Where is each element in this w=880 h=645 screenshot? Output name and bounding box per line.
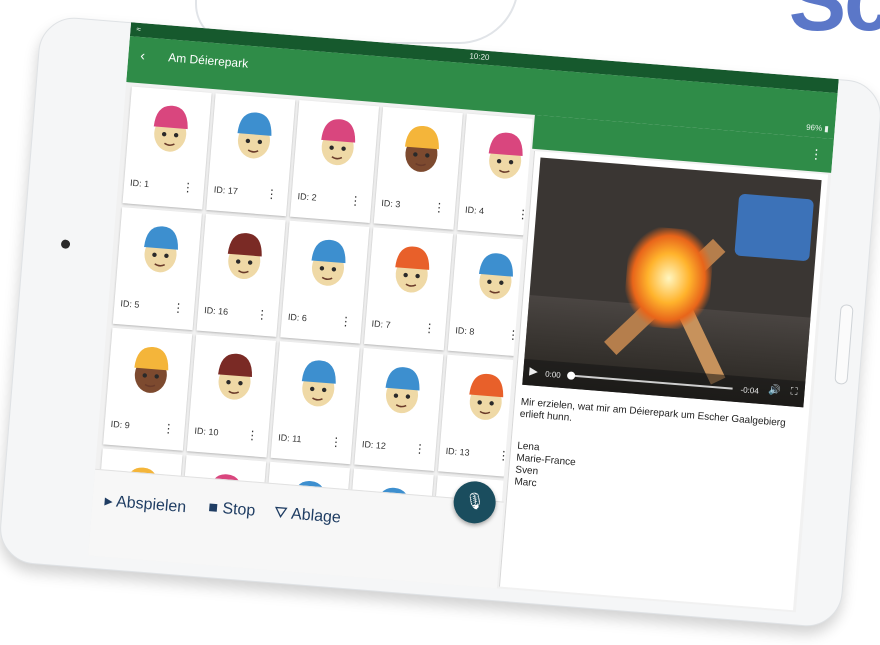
tablet: ≈ 10:20 ‹ Am Déierepark 96% ▮ ⋮ ID: 1 ⋮ ID… bbox=[0, 14, 880, 630]
stop-icon: ■ bbox=[207, 499, 219, 517]
card-menu-icon[interactable]: ⋮ bbox=[339, 314, 352, 329]
page-title: Am Déierepark bbox=[167, 50, 249, 71]
wifi-icon: ≈ bbox=[136, 24, 142, 35]
stop-button[interactable]: ■ Stop bbox=[208, 499, 256, 521]
character-avatar bbox=[488, 132, 523, 179]
character-id: ID: 16 bbox=[203, 305, 229, 317]
character-id: ID: 3 bbox=[380, 197, 401, 210]
character-avatar bbox=[134, 347, 169, 393]
status-time: 10:20 bbox=[469, 51, 490, 63]
character-id: ID: 11 bbox=[277, 432, 302, 445]
basket-icon: ⛛ bbox=[273, 504, 289, 523]
character-avatar bbox=[227, 233, 262, 280]
card-menu-icon[interactable]: ⋮ bbox=[246, 428, 259, 443]
character-id: ID: 4 bbox=[464, 204, 485, 217]
play-label: Abspielen bbox=[115, 493, 187, 517]
character-avatar bbox=[395, 246, 430, 293]
character-avatar bbox=[153, 105, 188, 152]
play-icon: ▸ bbox=[103, 492, 114, 511]
video-progress-track[interactable] bbox=[573, 374, 733, 390]
character-id: ID: 8 bbox=[454, 325, 475, 337]
background-logo-letters: Sc bbox=[788, 0, 880, 49]
character-avatar bbox=[311, 239, 346, 286]
character-avatar bbox=[144, 226, 178, 273]
character-id: ID: 10 bbox=[194, 425, 219, 438]
character-id: ID: 6 bbox=[287, 311, 308, 324]
card-menu-icon[interactable]: ⋮ bbox=[423, 321, 436, 336]
character-card[interactable]: ID: 12 ⋮ bbox=[354, 347, 444, 471]
card-menu-icon[interactable]: ⋮ bbox=[181, 180, 194, 195]
battery-text: 96% bbox=[805, 122, 823, 133]
character-avatar bbox=[237, 112, 272, 159]
video-blue-bucket bbox=[734, 193, 815, 262]
character-card[interactable]: ID: 1 ⋮ bbox=[122, 86, 212, 210]
character-card[interactable]: ID: 10 ⋮ bbox=[186, 334, 276, 458]
character-card[interactable]: ID: 2 ⋮ bbox=[289, 99, 380, 224]
character-id: ID: 13 bbox=[445, 445, 471, 458]
store-label: Ablage bbox=[290, 505, 342, 527]
play-button[interactable]: ▸ Abspielen bbox=[104, 491, 187, 518]
detail-panel: ▶ 0:00 -0:04 🔊 ⛶ Mir erzielen, wat mir a… bbox=[498, 150, 829, 611]
character-avatar bbox=[469, 373, 504, 420]
character-id: ID: 1 bbox=[129, 177, 150, 190]
video-progress-knob[interactable] bbox=[566, 371, 576, 380]
store-button[interactable]: ⛛ Ablage bbox=[273, 504, 341, 527]
card-menu-icon[interactable]: ⋮ bbox=[162, 421, 175, 436]
video-player[interactable]: ▶ 0:00 -0:04 🔊 ⛶ bbox=[522, 157, 822, 408]
overflow-menu-icon[interactable]: ⋮ bbox=[809, 146, 823, 163]
character-avatar bbox=[301, 360, 336, 407]
card-menu-icon[interactable]: ⋮ bbox=[255, 307, 268, 322]
stop-label: Stop bbox=[221, 500, 256, 520]
character-id: ID: 12 bbox=[361, 439, 387, 452]
volume-icon[interactable]: 🔊 bbox=[768, 385, 781, 397]
character-card[interactable]: ID: 6 ⋮ bbox=[280, 220, 370, 344]
character-id: ID: 5 bbox=[120, 298, 140, 310]
character-id: ID: 17 bbox=[213, 184, 239, 197]
character-card[interactable]: ID: 3 ⋮ bbox=[373, 106, 463, 230]
microphone-icon: 🎙 bbox=[463, 492, 486, 512]
card-menu-icon[interactable]: ⋮ bbox=[265, 187, 278, 202]
character-id: ID: 2 bbox=[297, 191, 317, 203]
back-icon[interactable]: ‹ bbox=[140, 47, 146, 63]
card-menu-icon[interactable]: ⋮ bbox=[349, 193, 362, 208]
fullscreen-icon[interactable]: ⛶ bbox=[790, 386, 798, 398]
character-card[interactable]: ID: 4 ⋮ bbox=[457, 113, 533, 237]
character-card[interactable]: ID: 17 ⋮ bbox=[206, 93, 296, 217]
character-card[interactable]: ID: 5 ⋮ bbox=[112, 207, 202, 331]
video-fire bbox=[622, 224, 716, 332]
character-avatar bbox=[218, 353, 252, 400]
character-avatar bbox=[404, 126, 439, 172]
video-time-remaining: -0:04 bbox=[740, 385, 760, 396]
author-list: Lena Marie-France Sven Marc bbox=[514, 441, 577, 494]
character-id: ID: 9 bbox=[110, 418, 131, 431]
character-card[interactable]: ID: 9 ⋮ bbox=[103, 327, 193, 451]
screen: ≈ 10:20 ‹ Am Déierepark 96% ▮ ⋮ ID: 1 ⋮ ID… bbox=[88, 22, 839, 613]
character-card[interactable]: ID: 7 ⋮ bbox=[363, 227, 454, 351]
battery-level: 96% ▮ bbox=[805, 122, 830, 134]
character-avatar bbox=[321, 119, 356, 166]
video-time-current: 0:00 bbox=[544, 369, 562, 380]
card-menu-icon[interactable]: ⋮ bbox=[172, 300, 185, 315]
card-menu-icon[interactable]: ⋮ bbox=[329, 435, 342, 450]
character-card[interactable]: ID: 16 ⋮ bbox=[196, 213, 286, 337]
character-avatar bbox=[385, 367, 420, 414]
character-card[interactable]: ID: 11 ⋮ bbox=[270, 341, 360, 465]
video-play-icon[interactable]: ▶ bbox=[529, 364, 538, 378]
card-menu-icon[interactable]: ⋮ bbox=[413, 441, 426, 456]
card-menu-icon[interactable]: ⋮ bbox=[433, 200, 446, 215]
character-id: ID: 7 bbox=[371, 318, 392, 330]
character-avatar bbox=[478, 253, 513, 300]
